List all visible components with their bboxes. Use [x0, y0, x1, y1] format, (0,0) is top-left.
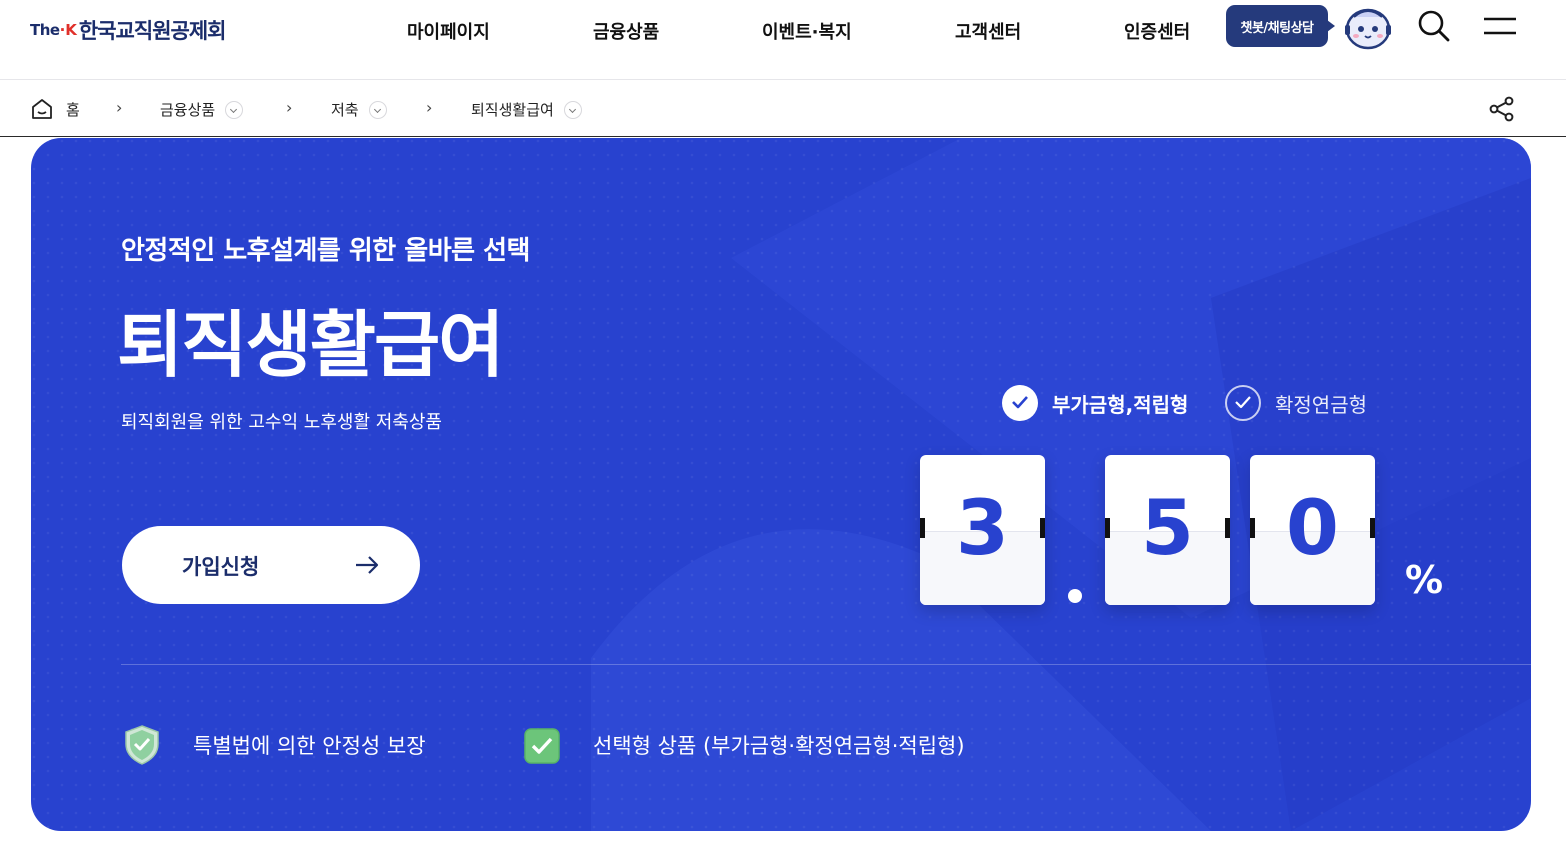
checkbox-checked-icon	[524, 728, 560, 764]
breadcrumb: 홈 › 금융상품 › 저축 › 퇴직생활급여	[0, 81, 1566, 137]
flip-hinge	[1225, 518, 1230, 538]
flip-hinge	[1250, 518, 1255, 538]
feature-stability: 특별법에 의한 안정성 보장	[123, 723, 426, 767]
type-option-label: 부가금형,적립형	[1052, 392, 1189, 417]
breadcrumb-separator-icon: ›	[426, 98, 433, 117]
check-circle-icon	[1225, 385, 1261, 421]
breadcrumb-retirement-benefit[interactable]: 퇴직생활급여	[471, 99, 582, 120]
nav-item-events-welfare[interactable]: 이벤트·복지	[762, 18, 852, 44]
breadcrumb-separator-icon: ›	[286, 98, 293, 117]
search-icon[interactable]	[1416, 8, 1452, 44]
chevron-down-icon[interactable]	[225, 100, 244, 119]
breadcrumb-label: 금융상품	[160, 101, 216, 119]
type-option-additional-accumulation[interactable]: 부가금형,적립형	[1002, 384, 1188, 422]
shield-check-icon	[125, 725, 159, 765]
nav-item-mypage[interactable]: 마이페이지	[407, 18, 490, 44]
breadcrumb-label: 퇴직생활급여	[471, 101, 554, 119]
flip-hinge	[1370, 518, 1375, 538]
rate-digit: 5	[1141, 483, 1194, 572]
feature-label: 특별법에 의한 안정성 보장	[193, 734, 426, 758]
arrow-right-icon	[356, 556, 379, 574]
chatbot-consult-button[interactable]: 챗봇/채팅상담	[1226, 5, 1335, 47]
home-icon[interactable]	[30, 97, 54, 121]
chatbot-mascot-icon[interactable]	[1342, 3, 1394, 51]
nav-item-customer-center[interactable]: 고객센터	[955, 18, 1021, 44]
feature-selectable-product: 선택형 상품 (부가금형·확정연금형·적립형)	[523, 723, 965, 767]
breadcrumb-separator-icon: ›	[116, 98, 123, 117]
apply-button[interactable]: 가입신청	[122, 526, 420, 604]
breadcrumb-home[interactable]: 홈	[66, 99, 80, 120]
page-title: 퇴직생활급여	[117, 303, 504, 387]
rate-digit-card: 5	[1105, 455, 1230, 605]
flip-hinge	[920, 518, 925, 538]
feature-label: 선택형 상품 (부가금형·확정연금형·적립형)	[593, 734, 965, 758]
rate-digit: 3	[956, 483, 1009, 572]
hero-eyebrow: 안정적인 노후설계를 위한 올바른 선택	[121, 236, 530, 266]
product-hero-banner: 안정적인 노후설계를 위한 올바른 선택 퇴직생활급여 퇴직회원을 위한 고수익…	[31, 138, 1531, 831]
chevron-down-icon[interactable]	[563, 100, 582, 119]
hero-description: 퇴직회원을 위한 고수익 노후생활 저축상품	[121, 412, 442, 433]
flip-hinge	[1040, 518, 1045, 538]
rate-digit-card: 0	[1250, 455, 1375, 605]
logo-the-text: The	[30, 21, 60, 39]
flip-hinge	[1105, 518, 1110, 538]
rate-digit-card: 3	[920, 455, 1045, 605]
breadcrumb-label: 저축	[331, 101, 359, 119]
chevron-down-icon[interactable]	[368, 100, 387, 119]
site-header: The ·K 한국교직원공제회 마이페이지 금융상품 이벤트·복지 고객센터 인…	[0, 0, 1566, 80]
type-option-label: 확정연금형	[1275, 392, 1367, 417]
share-icon[interactable]	[1488, 95, 1516, 123]
logo-name-text: 한국교직원공제회	[78, 19, 227, 43]
apply-button-label: 가입신청	[182, 555, 260, 579]
hamburger-menu-icon[interactable]	[1482, 12, 1518, 42]
type-option-fixed-annuity[interactable]: 확정연금형	[1225, 384, 1367, 422]
hero-divider	[121, 664, 1531, 665]
rate-percent-sign: %	[1405, 558, 1444, 602]
breadcrumb-savings[interactable]: 저축	[331, 99, 387, 120]
breadcrumb-financial-products[interactable]: 금융상품	[160, 99, 244, 120]
decimal-point	[1068, 589, 1082, 603]
nav-item-certification-center[interactable]: 인증센터	[1124, 18, 1190, 44]
rate-digit: 0	[1286, 483, 1339, 572]
nav-item-financial-products[interactable]: 금융상품	[593, 18, 659, 44]
check-circle-icon	[1002, 385, 1038, 421]
logo-k-text: ·K	[59, 21, 77, 39]
site-logo[interactable]: The ·K 한국교직원공제회	[30, 14, 227, 46]
